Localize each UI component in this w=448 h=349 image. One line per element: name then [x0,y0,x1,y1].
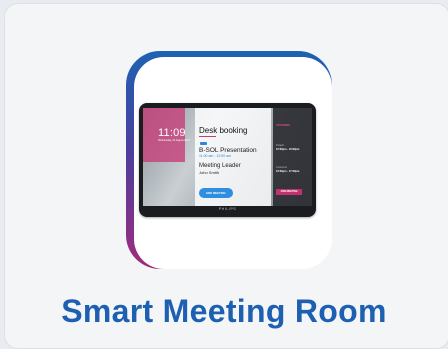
tablet-device: 11:09 Wednesday, 23 August 2023 Desk boo… [139,103,316,217]
upcoming-item-time: 16:00pm - 17:00pm [276,170,300,173]
meeting-title: B-SOL Presentation [199,147,257,154]
leader-name: John Smith [199,170,220,175]
clock-time: 11:09 [158,127,186,139]
meeting-time: 11:00 am - 12:00 am [199,154,232,158]
upcoming-heading: UPCOMING [276,124,291,127]
upcoming-item-title: Project [276,144,285,147]
device-brand-logo: PHILIPS [218,207,237,211]
room-name: Desk booking [199,126,248,135]
upcoming-panel: UPCOMING Project 15:00pm - 16:00pm Custo… [273,108,312,206]
end-meeting-button: END MEETING [199,188,233,198]
upcoming-item-time: 15:00pm - 16:00pm [276,148,300,151]
room-name-underline [199,136,216,137]
clock-date: Wednesday, 23 August 2023 [158,139,190,142]
upcoming-item-title: Customer [276,166,288,169]
now-badge [200,142,207,145]
card-title[interactable]: Smart Meeting Room [0,293,448,330]
join-meeting-button: JOIN MEETING [276,189,302,195]
tablet-screen: 11:09 Wednesday, 23 August 2023 Desk boo… [143,108,312,206]
leader-label: Meeting Leader [199,163,241,169]
